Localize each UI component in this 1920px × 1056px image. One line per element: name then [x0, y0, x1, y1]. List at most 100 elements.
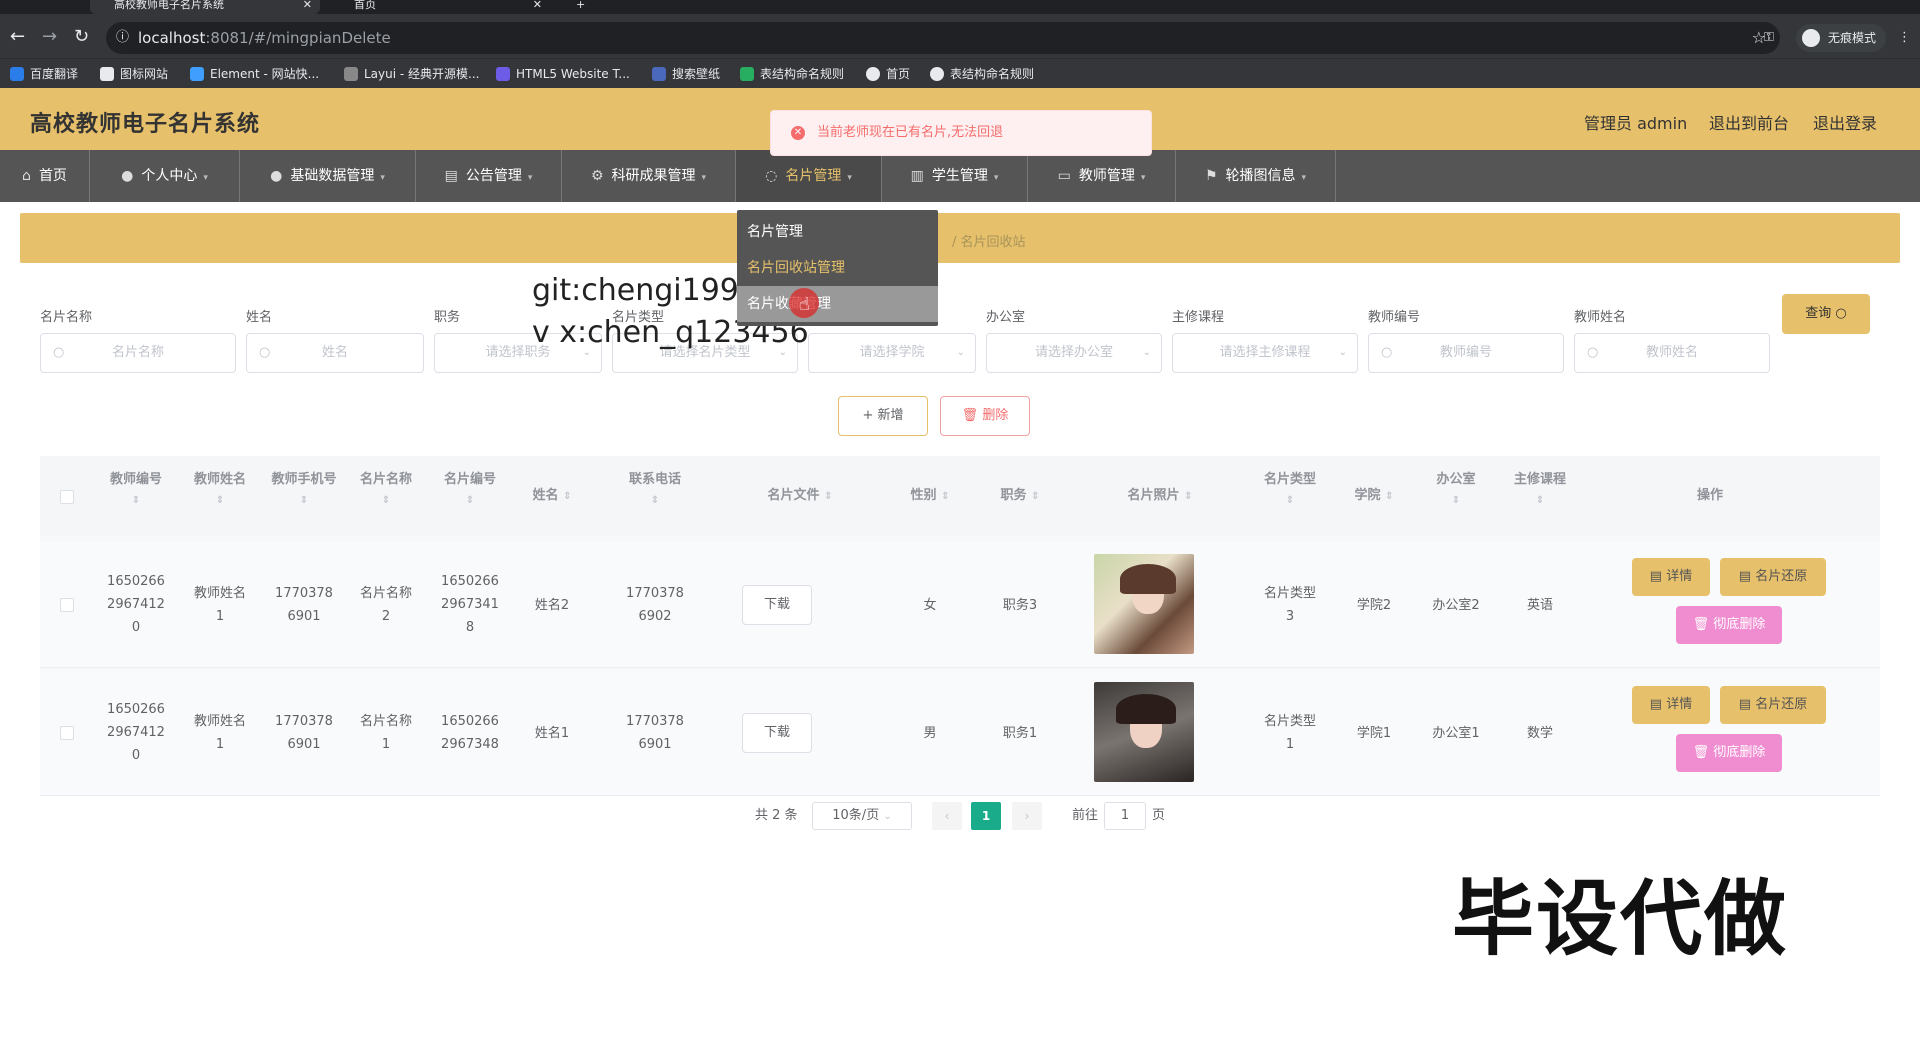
th-card-type[interactable]: 名片类型 ⇕ [1250, 468, 1330, 510]
menu-student[interactable]: ▥ 学生管理 ▾ [882, 150, 1028, 202]
delete-button[interactable]: 🗑 删除 [940, 396, 1030, 436]
browser-tab[interactable]: 首页 ✕ [330, 0, 550, 14]
sort-icon[interactable]: ⇕ [600, 492, 710, 510]
cell-course: 英语 [1526, 598, 1553, 613]
bookmark-item[interactable]: HTML5 Website T... [496, 65, 630, 83]
menu-home[interactable]: ⌂ 首页 [0, 150, 90, 202]
teacher-no-input[interactable]: ○ 教师编号 [1368, 333, 1564, 373]
card-photo[interactable] [1094, 554, 1194, 654]
cell-teacher-no: 1650266 2967412 0 [107, 702, 165, 763]
college-select[interactable]: 请选择学院 ⌄ [808, 333, 976, 373]
cell-card-no: 1650266 2967341 8 [441, 574, 499, 635]
page-size-select[interactable]: 10条/页 ⌄ [812, 802, 912, 830]
th-gender[interactable]: 性别 ⇕ [890, 456, 970, 537]
sort-icon[interactable]: ⇕ [563, 491, 571, 502]
sort-icon[interactable]: ⇕ [1184, 491, 1192, 502]
th-tel[interactable]: 联系电话 ⇕ [600, 468, 710, 510]
th-teacher-phone[interactable]: 教师手机号 ⇕ [268, 468, 340, 510]
query-button[interactable]: 查询 ○ [1782, 294, 1870, 334]
sort-icon[interactable]: ⇕ [268, 492, 340, 510]
next-page-button[interactable]: › [1012, 802, 1042, 830]
menu-notice[interactable]: ▤ 公告管理 ▾ [416, 150, 562, 202]
th-name[interactable]: 姓名 ⇕ [516, 456, 588, 537]
sort-icon[interactable]: ⇕ [100, 492, 172, 510]
sort-icon[interactable]: ⇕ [350, 492, 422, 510]
menu-carousel[interactable]: ⚑ 轮播图信息 ▾ [1176, 150, 1336, 202]
row-checkbox[interactable] [60, 598, 74, 612]
cell-name: 姓名1 [534, 726, 570, 741]
sort-icon[interactable]: ⇕ [184, 492, 256, 510]
th-card-name[interactable]: 名片名称 ⇕ [350, 468, 422, 510]
bookmark-item[interactable]: 百度翻译 [10, 65, 78, 83]
dropdown-item-recycle[interactable]: 名片回收站管理 [737, 250, 938, 286]
tab-close-icon[interactable]: ✕ [533, 0, 542, 10]
th-card-no[interactable]: 名片编号 ⇕ [434, 468, 506, 510]
bookmark-item[interactable]: Layui - 经典开源模... [344, 65, 479, 83]
add-button[interactable]: + 新增 [838, 396, 928, 436]
new-tab-button[interactable]: + [572, 0, 592, 14]
menu-dots-icon[interactable]: ⋮ [1898, 22, 1911, 54]
th-office[interactable]: 办公室 ⇕ [1420, 468, 1492, 510]
bookmark-item[interactable]: Element - 网站快... [190, 65, 319, 83]
detail-button[interactable]: ▤ 详情 [1632, 686, 1710, 724]
site-info-icon[interactable]: ⓘ [116, 22, 129, 54]
goto-input[interactable]: 1 [1104, 802, 1146, 830]
browser-tab-active[interactable]: 高校教师电子名片系统 ✕ [90, 0, 320, 14]
purge-button[interactable]: 🗑 彻底删除 [1676, 734, 1782, 772]
download-button[interactable]: 下载 [742, 713, 812, 753]
th-course[interactable]: 主修课程 ⇕ [1500, 468, 1580, 510]
restore-button[interactable]: ▤ 名片还原 [1720, 686, 1826, 724]
incognito-profile[interactable]: 无痕模式 [1796, 24, 1887, 52]
sort-icon[interactable]: ⇕ [1420, 492, 1492, 510]
row-checkbox[interactable] [60, 726, 74, 740]
th-file[interactable]: 名片文件 ⇕ [730, 456, 870, 537]
th-photo[interactable]: 名片照片 ⇕ [1080, 456, 1240, 537]
key-icon[interactable]: ⚿ [1764, 22, 1774, 54]
select-all-checkbox[interactable] [60, 490, 74, 504]
th-teacher-name[interactable]: 教师姓名 ⇕ [184, 468, 256, 510]
detail-button[interactable]: ▤ 详情 [1632, 558, 1710, 596]
bookmark-item[interactable]: 搜索壁纸 [652, 65, 720, 83]
restore-button[interactable]: ▤ 名片还原 [1720, 558, 1826, 596]
download-button[interactable]: 下载 [742, 585, 812, 625]
sort-icon[interactable]: ⇕ [1385, 491, 1393, 502]
th-duty[interactable]: 职务 ⇕ [980, 456, 1060, 537]
forward-icon[interactable]: → [42, 28, 57, 46]
menu-personal[interactable]: ● 个人中心 ▾ [90, 150, 240, 202]
bookmark-item[interactable]: 图标网站 [100, 65, 168, 83]
menu-basic-data[interactable]: ● 基础数据管理 ▾ [240, 150, 416, 202]
bookmark-item[interactable]: 首页 [866, 65, 910, 83]
back-icon[interactable]: ← [10, 28, 25, 46]
card-name-input[interactable]: ○ 名片名称 [40, 333, 236, 373]
teacher-name-input[interactable]: ○ 教师姓名 [1574, 333, 1770, 373]
prev-page-button[interactable]: ‹ [932, 802, 962, 830]
bookmark-item[interactable]: 表结构命名规则 [740, 65, 844, 83]
to-front-link[interactable]: 退出到前台 [1709, 110, 1789, 134]
office-select[interactable]: 请选择办公室 ⌄ [986, 333, 1162, 373]
sort-icon[interactable]: ⇕ [1500, 492, 1580, 510]
logout-link[interactable]: 退出登录 [1813, 110, 1877, 134]
menu-research[interactable]: ⚙ 科研成果管理 ▾ [562, 150, 736, 202]
th-teacher-no[interactable]: 教师编号 ⇕ [100, 468, 172, 510]
page-1-button[interactable]: 1 [971, 802, 1001, 830]
menu-card[interactable]: ◌ 名片管理 ▾ [736, 150, 882, 202]
purge-button[interactable]: 🗑 彻底删除 [1676, 606, 1782, 644]
url-input[interactable]: ⓘ localhost:8081/#/mingpianDelete ☆ [106, 22, 1780, 54]
name-input[interactable]: ○ 姓名 [246, 333, 424, 373]
dropdown-item-card[interactable]: 名片管理 [737, 214, 938, 250]
dropdown-item-favorite[interactable]: 名片收藏管理 [737, 286, 938, 322]
reload-icon[interactable]: ↻ [74, 28, 89, 46]
sort-icon[interactable]: ⇕ [1250, 492, 1330, 510]
sort-icon[interactable]: ⇕ [434, 492, 506, 510]
cell-teacher-phone: 1770378 6901 [275, 714, 333, 752]
card-photo[interactable] [1094, 682, 1194, 782]
sort-icon[interactable]: ⇕ [1031, 491, 1039, 502]
globe-icon [866, 67, 880, 81]
th-college[interactable]: 学院 ⇕ [1340, 456, 1408, 537]
tab-close-icon[interactable]: ✕ [303, 0, 312, 10]
sort-icon[interactable]: ⇕ [824, 491, 832, 502]
menu-teacher[interactable]: ▭ 教师管理 ▾ [1028, 150, 1176, 202]
bookmark-item[interactable]: 表结构命名规则 [930, 65, 1034, 83]
sort-icon[interactable]: ⇕ [941, 491, 949, 502]
course-select[interactable]: 请选择主修课程 ⌄ [1172, 333, 1358, 373]
